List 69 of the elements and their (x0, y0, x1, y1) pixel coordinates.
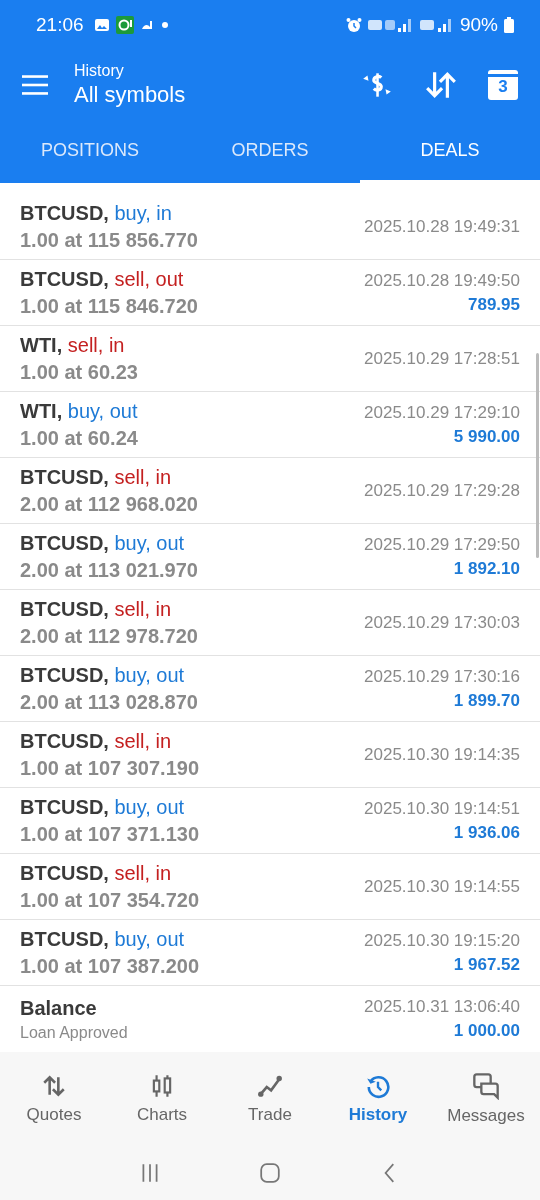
image-icon (93, 17, 110, 33)
deal-title: BTCUSD, sell, in (20, 861, 173, 885)
deal-time: 2025.10.29 17:29:28 (364, 480, 520, 501)
deal-profit: 5 990.00 (453, 426, 520, 447)
deal-volume: 1.00 at 107 307.190 (20, 756, 200, 780)
deal-time: 2025.10.28 19:49:31 (364, 216, 520, 237)
screen-subtitle: History (74, 62, 125, 80)
deal-title: WTI, buy, out (20, 399, 138, 423)
dot-icon (161, 22, 168, 28)
deal-title: BTCUSD, buy, out (20, 795, 186, 819)
alarm-icon (345, 17, 362, 33)
signal-icon (419, 17, 454, 33)
deal-time: 2025.10.28 19:49:50 (364, 270, 520, 291)
battery-percent: 90% (459, 14, 498, 36)
deal-volume: 1.00 at 115 846.720 (20, 294, 198, 318)
menu-icon[interactable] (22, 75, 48, 95)
deal-time: 2025.10.31 13:06:40 (364, 997, 520, 1017)
messages-icon (472, 1071, 500, 1100)
deal-time: 2025.10.29 17:29:10 (364, 402, 520, 423)
deal-title: Balance (20, 996, 98, 1020)
deal-title: BTCUSD, buy, in (20, 201, 173, 225)
deal-volume: 2.00 at 112 968.020 (20, 492, 198, 516)
deal-time: 2025.10.30 19:14:55 (364, 876, 520, 897)
nav-item[interactable]: Charts (112, 1072, 212, 1125)
deal-title: WTI, sell, in (20, 333, 126, 357)
deal-title: BTCUSD, sell, in (20, 465, 173, 489)
deal-title: BTCUSD, buy, out (20, 663, 186, 687)
deal-time: 2025.10.29 17:30:03 (364, 612, 520, 633)
deal-time: 2025.10.29 17:28:51 (364, 348, 520, 369)
tab[interactable]: POSITIONS (0, 120, 180, 183)
status-time: 21:06 (36, 14, 84, 36)
deal-time: 2025.10.30 19:14:35 (364, 744, 520, 765)
deal-profit: 789.95 (468, 294, 520, 315)
deal-profit: 1 899.70 (453, 690, 520, 711)
deal-volume: 1.00 at 107 371.130 (20, 822, 200, 846)
nav-item[interactable]: Messages (436, 1071, 536, 1126)
signal-icon (367, 17, 414, 33)
deal-title: BTCUSD, sell, in (20, 597, 173, 621)
home-icon[interactable] (259, 1161, 281, 1184)
deal-title: BTCUSD, buy, out (20, 531, 186, 555)
deal-profit: 1 967.52 (453, 954, 520, 975)
tab[interactable]: DEALS (360, 120, 540, 183)
deal-profit: 1 892.10 (453, 558, 520, 579)
screen-title[interactable]: All symbols (74, 82, 330, 108)
deal-title: BTCUSD, sell, in (20, 729, 173, 753)
calendar-button[interactable]: 3 (488, 70, 518, 100)
deal-volume: 2.00 at 113 028.870 (20, 690, 198, 714)
deal-title: BTCUSD, buy, out (20, 927, 186, 951)
deal-title: BTCUSD, sell, out (20, 267, 185, 291)
battery-icon (504, 17, 514, 33)
nav-item[interactable]: History (328, 1072, 428, 1125)
deal-volume: 1.00 at 115 856.770 (20, 228, 198, 252)
deal-volume: 2.00 at 112 978.720 (20, 624, 198, 648)
tab[interactable]: ORDERS (180, 120, 360, 183)
deal-time: 2025.10.29 17:30:16 (364, 666, 520, 687)
deal-time: 2025.10.29 17:29:50 (364, 534, 520, 555)
deal-volume: 1.00 at 60.24 (20, 426, 138, 450)
deal-time: 2025.10.30 19:15:20 (364, 930, 520, 951)
deal-profit: 1 936.06 (453, 822, 520, 843)
deal-volume: 1.00 at 107 387.200 (20, 954, 200, 978)
deal-volume: 1.00 at 107 354.720 (20, 888, 200, 912)
deal-profit: 1 000.00 (453, 1021, 520, 1041)
nav-item[interactable]: Trade (220, 1072, 320, 1125)
deal-volume: 2.00 at 113 021.970 (20, 558, 198, 582)
nav-item[interactable]: Quotes (4, 1072, 104, 1125)
deal-volume: 1.00 at 60.23 (20, 360, 138, 384)
deal-time: 2025.10.30 19:14:51 (364, 798, 520, 819)
deal-comment: Loan Approved (20, 1023, 128, 1042)
app-icon (115, 16, 134, 34)
